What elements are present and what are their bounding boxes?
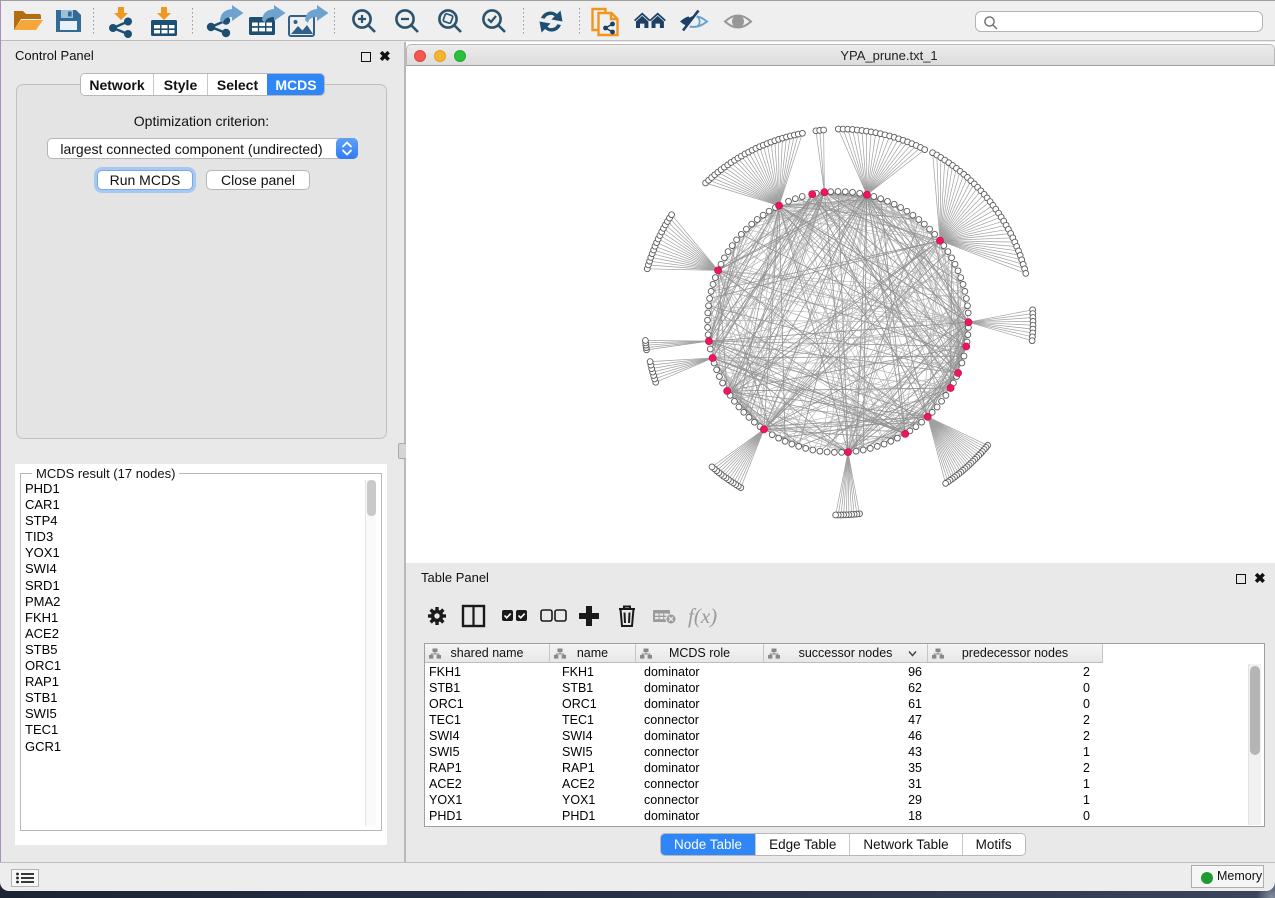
svg-text:f(x): f(x) <box>688 604 717 628</box>
